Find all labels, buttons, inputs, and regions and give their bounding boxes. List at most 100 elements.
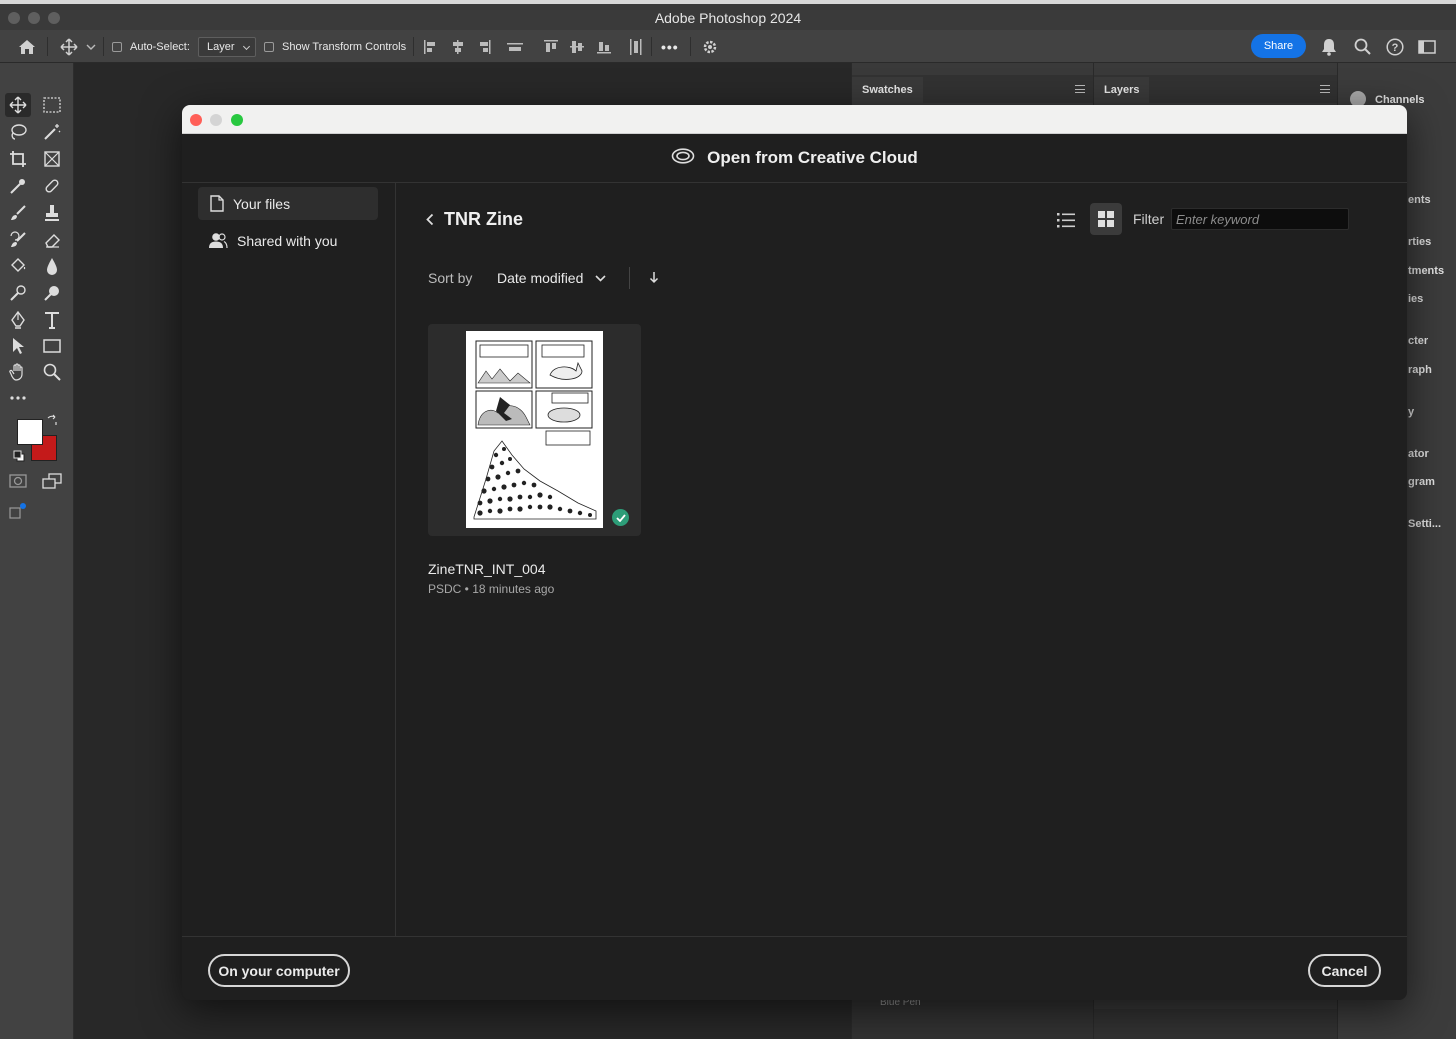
file-thumbnail [466,331,603,528]
more-options-button[interactable]: ••• [661,30,679,63]
dialog-header: Open from Creative Cloud [182,134,1407,183]
distribute-vertical-icon[interactable] [628,30,642,63]
dock-item-character[interactable]: cter [1408,335,1428,347]
share-button[interactable]: Share [1251,34,1306,58]
align-right-edges-icon[interactable] [477,30,491,63]
photoshop-app: Adobe Photoshop 2024 Auto-Select: Layer … [0,0,1456,1039]
lasso-tool-icon[interactable] [5,120,31,144]
generative-fill-icon[interactable] [5,499,31,523]
edit-toolbar-icon[interactable] [5,386,31,410]
chevron-down-icon [595,274,606,282]
dock-item-paragraph[interactable]: raph [1408,364,1432,376]
distribute-horizontal-icon[interactable] [507,30,523,63]
blur-tool-icon[interactable] [39,254,65,278]
dock-item-libraries[interactable]: ies [1408,293,1423,305]
chevron-down-icon[interactable] [86,30,96,63]
frame-tool-icon[interactable] [39,147,65,171]
type-tool-icon[interactable] [39,308,65,332]
align-horizontal-centers-icon[interactable] [451,30,465,63]
dock-item-navigator[interactable]: ator [1408,448,1429,460]
folder-title: TNR Zine [444,209,523,229]
auto-select-checkbox[interactable] [112,41,122,52]
chevron-left-icon[interactable] [426,213,434,226]
filter-label: Filter [1133,211,1165,227]
layers-panel-menu-icon[interactable] [1320,85,1330,93]
pen-tool-icon[interactable] [5,308,31,332]
eraser-tool-icon[interactable] [39,228,65,252]
cancel-button[interactable]: Cancel [1308,954,1381,987]
foreground-color-swatch[interactable] [17,419,43,445]
list-view-icon [1057,212,1075,227]
tab-layers[interactable]: Layers [1094,77,1150,103]
show-transform-toggle[interactable]: Show Transform Controls [264,30,406,63]
search-icon[interactable] [1354,30,1371,63]
sidebar-item-your-files[interactable]: Your files [198,187,378,220]
align-top-edges-icon[interactable] [544,30,558,63]
path-selection-tool-icon[interactable] [5,334,31,358]
paint-bucket-tool-icon[interactable] [5,254,31,278]
dialog-sidebar: Your files Shared with you [182,183,396,936]
tab-swatches[interactable]: Swatches [852,77,923,103]
align-bottom-edges-icon[interactable] [597,30,611,63]
auto-select-target-select[interactable]: Layer [198,36,256,57]
dialog-zoom-button[interactable] [231,114,243,126]
grid-view-icon [1098,211,1114,227]
swatches-panel-menu-icon[interactable] [1075,85,1085,93]
dock-item-brush-settings[interactable]: Setti... [1408,518,1441,530]
hand-tool-icon[interactable] [5,360,31,384]
healing-brush-tool-icon[interactable] [39,174,65,198]
options-bar: Auto-Select: Layer Show Transform Contro… [0,30,1456,63]
dodge-tool-icon[interactable] [5,281,31,305]
move-tool-preset-icon[interactable] [60,30,78,63]
tools-panel [0,63,74,1039]
on-your-computer-button[interactable]: On your computer [208,954,350,987]
dock-item-properties[interactable]: rties [1408,236,1431,248]
dialog-title: Open from Creative Cloud [707,148,918,167]
move-tool-icon[interactable] [5,93,31,117]
marquee-tool-icon[interactable] [39,93,65,117]
dialog-titlebar [182,105,1407,134]
svg-text:?: ? [1392,42,1399,54]
sort-value: Date modified [497,270,584,286]
sort-label: Sort by [428,270,473,286]
workspace-icon[interactable] [1418,30,1436,63]
sort-direction-button[interactable] [644,265,664,289]
eyedropper-tool-icon[interactable] [5,174,31,198]
swap-colors-icon[interactable] [45,413,59,427]
bell-icon[interactable] [1321,30,1337,63]
dock-item-adjustments[interactable]: tments [1408,265,1444,277]
brush-tool-icon[interactable] [5,201,31,225]
align-left-edges-icon[interactable] [424,30,438,63]
dock-item-histogram[interactable]: gram [1408,476,1435,488]
crop-tool-icon[interactable] [5,147,31,171]
sidebar-item-shared-with-you[interactable]: Shared with you [198,224,378,257]
clone-stamp-tool-icon[interactable] [39,201,65,225]
home-icon[interactable] [18,30,36,63]
magic-wand-tool-icon[interactable] [39,120,65,144]
file-name[interactable]: ZineTNR_INT_004 [428,561,546,577]
screen-mode-icon[interactable] [39,469,65,493]
gear-icon[interactable] [702,30,718,63]
filter-input[interactable] [1171,208,1349,230]
grid-view-button[interactable] [1090,203,1122,235]
synced-check-icon [612,509,629,526]
dock-item-adjustment-presets[interactable]: ents [1408,194,1431,206]
zoom-tool-icon[interactable] [39,360,65,384]
magnifier-brush-icon[interactable] [39,281,65,305]
history-brush-tool-icon[interactable] [5,228,31,252]
open-from-cloud-dialog: Open from Creative Cloud Your files Shar… [182,105,1407,1000]
auto-select-toggle[interactable]: Auto-Select: [112,30,190,63]
dock-item-history[interactable]: y [1408,406,1414,418]
help-icon[interactable]: ? [1386,30,1404,63]
align-vertical-centers-icon[interactable] [570,30,584,63]
sort-select[interactable]: Date modified [497,263,606,293]
breadcrumb: TNR Zine [426,209,523,230]
list-view-button[interactable] [1051,205,1081,235]
rectangle-tool-icon[interactable] [39,334,65,358]
quick-mask-icon[interactable] [5,469,31,493]
show-transform-checkbox[interactable] [264,41,274,52]
dialog-minimize-button[interactable] [210,114,222,126]
dialog-close-button[interactable] [190,114,202,126]
default-colors-icon[interactable] [12,449,26,463]
file-card[interactable] [428,324,641,536]
